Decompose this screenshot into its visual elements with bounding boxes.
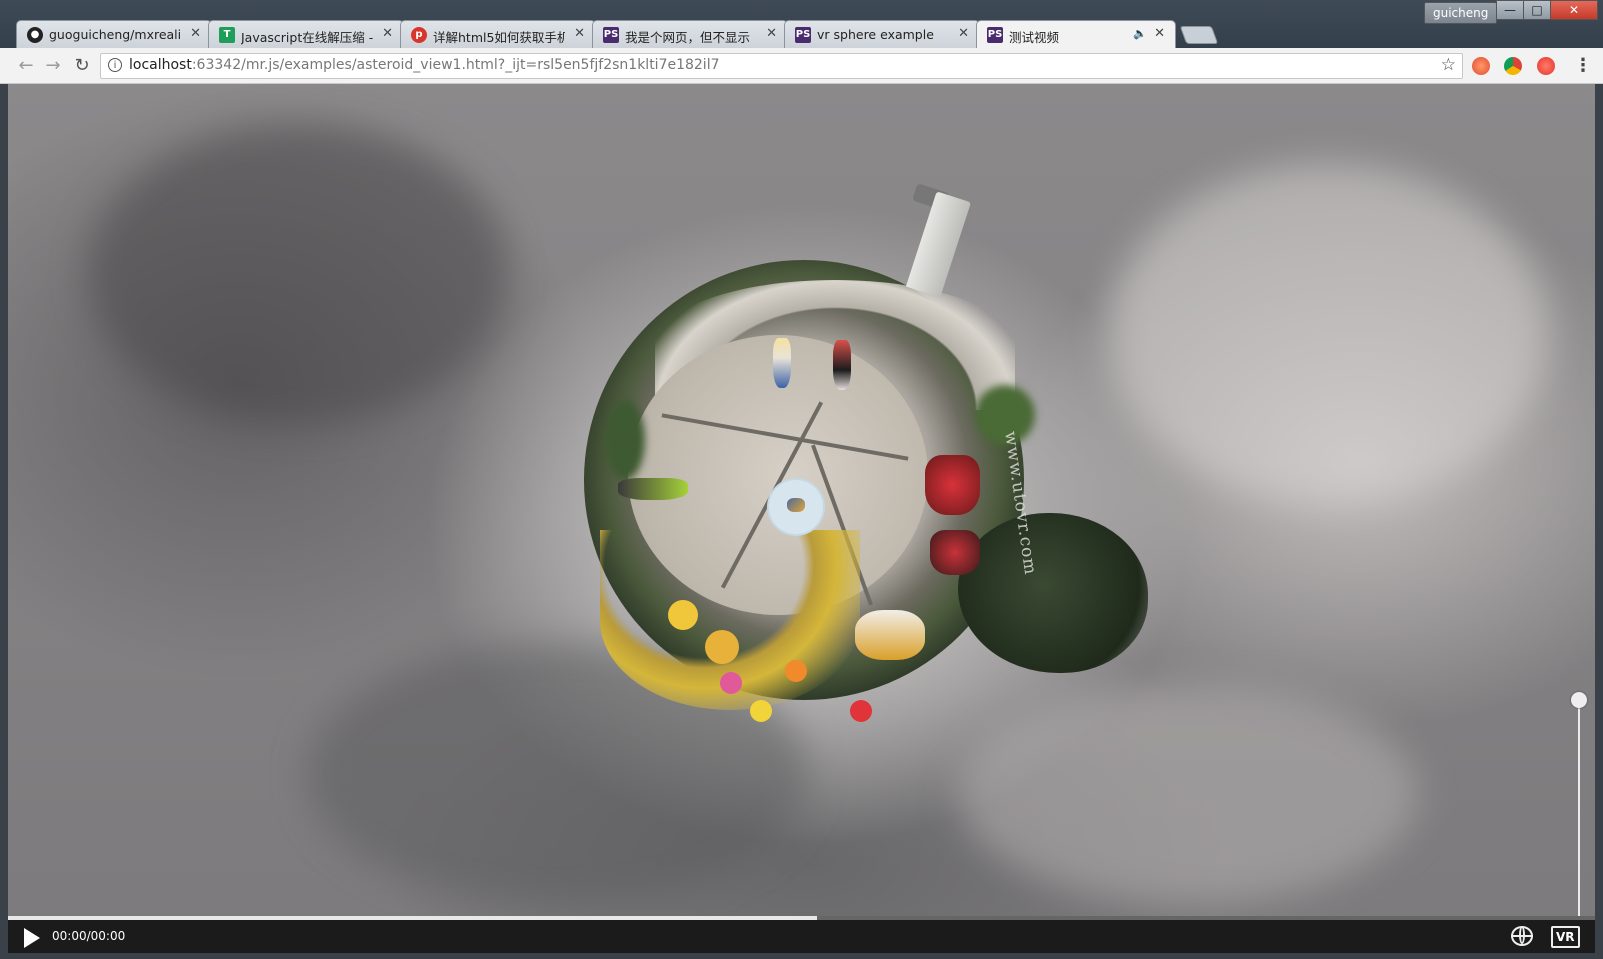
video-controls: 00:00/00:00 VR xyxy=(8,920,1595,953)
speaker-icon[interactable]: 🔈 xyxy=(1133,27,1147,40)
tab-strip: guicheng — □ ✕ ● guoguicheng/mxreality ✕… xyxy=(0,0,1603,49)
close-tab-icon[interactable]: ✕ xyxy=(1154,26,1165,41)
tab-vr-sphere[interactable]: PS vr sphere example ✕ xyxy=(784,20,980,48)
tab-title: guoguicheng/mxreality xyxy=(49,27,181,42)
window-frame-left xyxy=(0,84,8,959)
extension-icon-3[interactable] xyxy=(1537,57,1555,75)
tab-title: vr sphere example xyxy=(817,27,934,42)
url-text[interactable]: localhost:63342/mr.js/examples/asteroid_… xyxy=(129,57,720,73)
zoom-slider-track[interactable] xyxy=(1578,700,1580,924)
nadir-logo xyxy=(769,480,823,534)
flower xyxy=(705,630,739,664)
tool-icon: T xyxy=(219,27,235,43)
flower xyxy=(750,700,772,722)
maximize-button[interactable]: □ xyxy=(1523,0,1551,20)
back-button[interactable]: ← xyxy=(14,54,38,78)
window-frame-bottom xyxy=(0,953,1603,959)
play-icon[interactable] xyxy=(24,928,40,948)
tab-title: Javascript在线解压缩 - xyxy=(241,30,373,45)
url-path: :63342/mr.js/examples/asteroid_view1.htm… xyxy=(191,57,720,73)
close-tab-icon[interactable]: ✕ xyxy=(382,26,393,41)
chrome-icon[interactable] xyxy=(1504,57,1522,75)
tab-mxreality[interactable]: ● guoguicheng/mxreality ✕ xyxy=(16,20,212,48)
tab-test-video[interactable]: PS 测试视频 🔈 ✕ xyxy=(976,20,1176,49)
vr-mode-button[interactable]: VR xyxy=(1551,926,1580,948)
flower xyxy=(850,700,872,722)
globe-icon[interactable] xyxy=(1511,926,1533,946)
tab-title: 测试视频 xyxy=(1009,30,1060,45)
cheerleader-figure xyxy=(773,338,791,388)
cloud-shape xyxy=(958,684,1418,904)
github-icon: ● xyxy=(27,27,43,43)
close-tab-icon[interactable]: ✕ xyxy=(190,26,201,41)
cloud-shape xyxy=(88,124,508,424)
reload-button[interactable]: ↻ xyxy=(70,54,94,78)
new-tab-button[interactable] xyxy=(1179,26,1219,44)
browser-toolbar: ← → ↻ i localhost:63342/mr.js/examples/a… xyxy=(0,48,1603,84)
chrome-menu-icon[interactable]: ⋮ xyxy=(1574,54,1592,78)
close-tab-icon[interactable]: ✕ xyxy=(574,26,585,41)
zoom-slider-handle[interactable] xyxy=(1571,692,1587,708)
profile-name-badge[interactable]: guicheng xyxy=(1424,2,1498,24)
close-tab-icon[interactable]: ✕ xyxy=(958,26,969,41)
extension-icon-1[interactable] xyxy=(1472,57,1490,75)
address-bar[interactable]: i localhost:63342/mr.js/examples/asteroi… xyxy=(100,53,1463,79)
window-frame-right xyxy=(1595,84,1603,959)
flower xyxy=(720,672,742,694)
url-host: localhost xyxy=(129,57,192,73)
tab-html5-phone[interactable]: p 详解html5如何获取手机 ✕ xyxy=(400,20,596,48)
close-tab-icon[interactable]: ✕ xyxy=(766,26,777,41)
crowd-figure xyxy=(930,530,980,575)
bookmark-star-icon[interactable]: ☆ xyxy=(1441,55,1456,75)
time-display: 00:00/00:00 xyxy=(52,929,126,943)
crowd-figure xyxy=(925,455,980,515)
sign-board xyxy=(855,610,925,660)
forward-button[interactable]: → xyxy=(41,54,65,78)
tab-webpage[interactable]: PS 我是个网页，但不显示 ✕ xyxy=(592,20,788,48)
tab-title: 详解html5如何获取手机 xyxy=(433,30,565,45)
info-icon[interactable]: i xyxy=(108,58,122,72)
php-icon: p xyxy=(411,27,427,43)
cloud-shape xyxy=(1108,164,1548,504)
flower xyxy=(785,660,807,682)
person-figure xyxy=(618,478,688,500)
tab-title: 我是个网页，但不显示 xyxy=(625,30,751,45)
tree-cluster xyxy=(605,400,645,480)
minimize-button[interactable]: — xyxy=(1496,0,1524,20)
phpstorm-icon: PS xyxy=(987,27,1003,43)
close-window-button[interactable]: ✕ xyxy=(1550,0,1598,20)
flower xyxy=(668,600,698,630)
logo-mark xyxy=(787,498,805,512)
tab-javascript-decompress[interactable]: T Javascript在线解压缩 - ✕ xyxy=(208,20,404,48)
phpstorm-icon: PS xyxy=(603,27,619,43)
browser-window: guicheng — □ ✕ ● guoguicheng/mxreality ✕… xyxy=(0,0,1603,959)
cheerleader-figure xyxy=(833,340,851,390)
phpstorm-icon: PS xyxy=(795,27,811,43)
